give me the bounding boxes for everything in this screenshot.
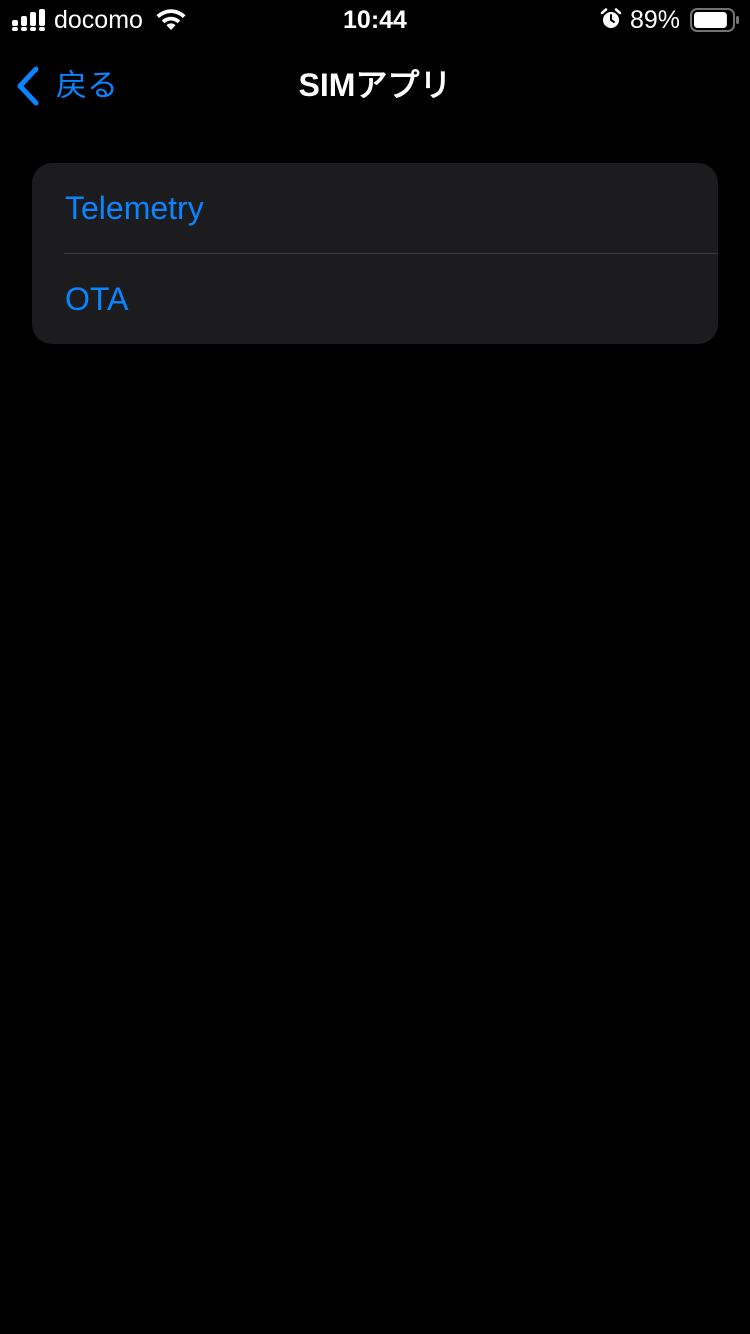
list-item-label: OTA: [65, 280, 129, 317]
navigation-bar: 戻る SIMアプリ: [0, 44, 750, 132]
page-title: SIMアプリ: [298, 67, 452, 103]
alarm-icon: [600, 8, 622, 28]
sim-apps-list: Telemetry OTA: [32, 163, 718, 344]
status-bar: docomo 10:44 89%: [0, 0, 750, 40]
battery-percentage: 89%: [630, 6, 681, 34]
list-item-telemetry[interactable]: Telemetry: [32, 163, 718, 253]
list-item-label: Telemetry: [65, 189, 204, 226]
list-item-ota[interactable]: OTA: [32, 254, 718, 344]
battery-icon: [690, 8, 739, 32]
